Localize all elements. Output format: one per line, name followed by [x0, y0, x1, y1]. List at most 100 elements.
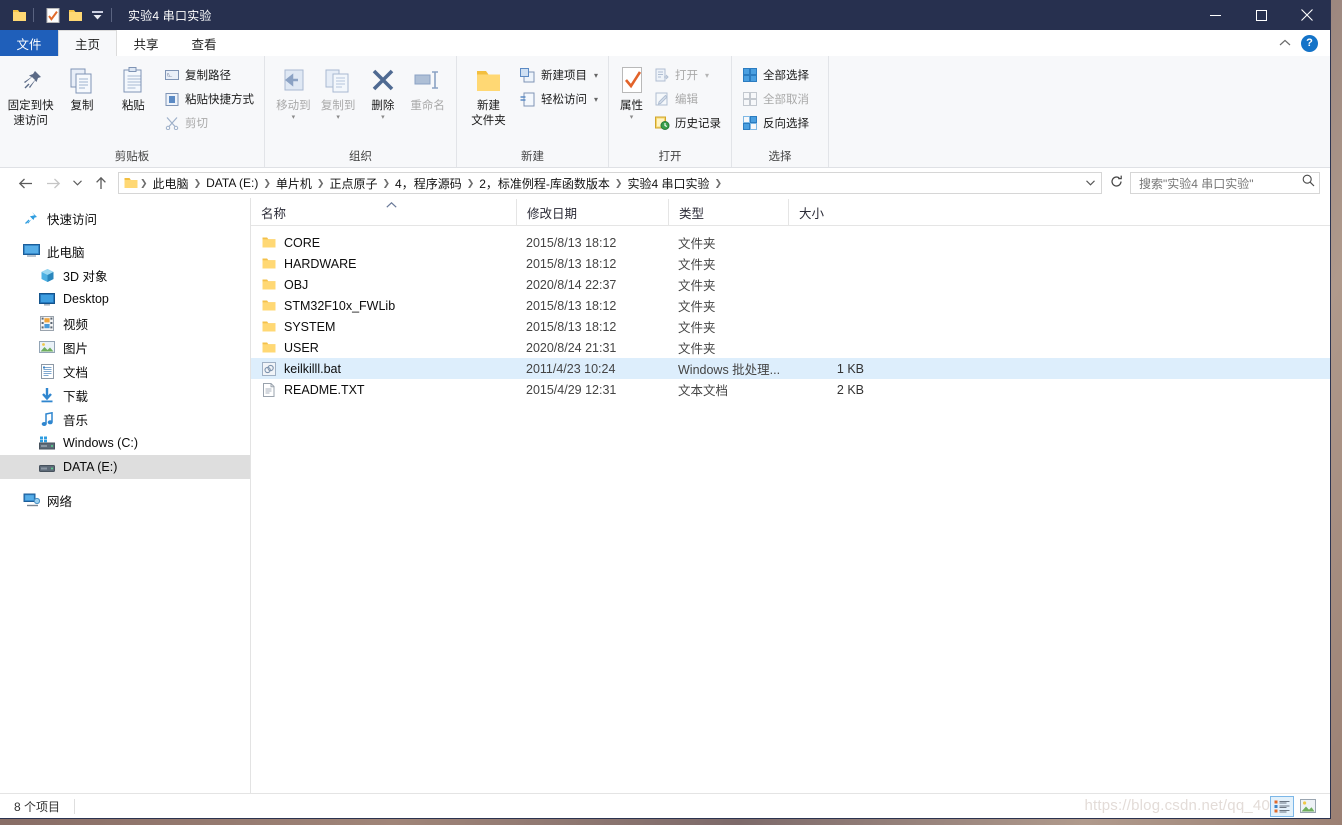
delete-button[interactable]: 删除 ▾: [361, 60, 406, 121]
column-header-type[interactable]: 类型: [668, 199, 788, 225]
file-name-cell[interactable]: STM32F10x_FWLib: [251, 298, 516, 314]
address-dropdown-chevron-down-icon[interactable]: [1083, 178, 1097, 188]
properties-caret-icon[interactable]: ▾: [630, 114, 634, 121]
table-row[interactable]: README.TXT 2015/4/29 12:31 文本文档 2 KB: [251, 379, 1330, 400]
qat-customize-chevron-down-icon[interactable]: [86, 4, 108, 26]
easy-access-button[interactable]: 轻松访问 ▾: [516, 88, 602, 110]
breadcrumb-sep-6[interactable]: ❯: [614, 173, 624, 193]
paste-button[interactable]: 粘贴: [109, 60, 158, 113]
edit-button[interactable]: 编辑: [650, 88, 725, 110]
breadcrumb-sep-4[interactable]: ❯: [381, 173, 391, 193]
qat-new-folder-icon[interactable]: [64, 4, 86, 26]
sidebar-item-desktop[interactable]: Desktop: [0, 287, 250, 311]
up-button[interactable]: [90, 172, 112, 194]
column-header-size[interactable]: 大小: [788, 199, 878, 225]
sidebar-item-pictures[interactable]: 图片: [0, 335, 250, 359]
forward-button[interactable]: [42, 172, 64, 194]
move-to-caret-icon[interactable]: ▾: [292, 114, 296, 121]
copy-path-button[interactable]: \\.. 复制路径: [160, 64, 258, 86]
recent-locations-chevron-down-icon[interactable]: [70, 172, 84, 194]
sidebar-item-windows-c[interactable]: Windows (C:): [0, 431, 250, 455]
breadcrumb-sep-0[interactable]: ❯: [139, 173, 149, 193]
new-item-button[interactable]: 新建项目 ▾: [516, 64, 602, 86]
copy-button[interactable]: 复制: [57, 60, 106, 113]
delete-caret-icon[interactable]: ▾: [381, 114, 385, 121]
breadcrumb-sep-1[interactable]: ❯: [193, 173, 203, 193]
breadcrumb-item-5[interactable]: 2，标准例程-库函数版本: [475, 173, 614, 193]
search-icon[interactable]: [1302, 174, 1315, 192]
refresh-button[interactable]: [1108, 175, 1124, 191]
tab-view[interactable]: 查看: [175, 30, 233, 56]
qat-folder-icon[interactable]: [8, 4, 30, 26]
column-header-date-modified[interactable]: 修改日期: [516, 199, 668, 225]
tab-file[interactable]: 文件: [0, 30, 58, 56]
breadcrumb-sep-7[interactable]: ❯: [713, 173, 723, 193]
breadcrumb-item-6[interactable]: 实验4 串口实验: [623, 173, 713, 193]
move-to-button[interactable]: 移动到 ▾: [271, 60, 316, 121]
breadcrumb-sep-5[interactable]: ❯: [466, 173, 476, 193]
file-name-cell[interactable]: keilkilll.bat: [251, 361, 516, 377]
breadcrumb-item-0[interactable]: 此电脑: [149, 173, 193, 193]
history-button[interactable]: 历史记录: [650, 112, 725, 134]
new-folder-button[interactable]: 新建 文件夹: [463, 60, 514, 128]
cut-button[interactable]: 剪切: [160, 112, 258, 134]
minimize-button[interactable]: [1192, 0, 1238, 30]
rename-button[interactable]: 重命名: [405, 60, 450, 113]
table-row[interactable]: CORE 2015/8/13 18:12 文件夹: [251, 232, 1330, 253]
copy-to-caret-icon[interactable]: ▾: [336, 114, 340, 121]
sidebar-item-this-pc[interactable]: 此电脑: [0, 239, 250, 263]
breadcrumb-item-3[interactable]: 正点原子: [325, 173, 381, 193]
sidebar-item-videos[interactable]: 视频: [0, 311, 250, 335]
details-view-button[interactable]: [1270, 795, 1294, 817]
sidebar-item-documents[interactable]: 文档: [0, 359, 250, 383]
file-name-cell[interactable]: OBJ: [251, 277, 516, 293]
copy-to-button[interactable]: 复制到 ▾: [316, 60, 361, 121]
table-row[interactable]: OBJ 2020/8/14 22:37 文件夹: [251, 274, 1330, 295]
breadcrumb-sep-2[interactable]: ❯: [262, 173, 272, 193]
select-all-button[interactable]: 全部选择: [738, 64, 813, 86]
table-row[interactable]: SYSTEM 2015/8/13 18:12 文件夹: [251, 316, 1330, 337]
pin-to-quick-access-button[interactable]: 固定到快 速访问: [6, 60, 55, 128]
maximize-button[interactable]: [1238, 0, 1284, 30]
easy-access-caret-icon[interactable]: ▾: [594, 95, 598, 104]
tab-share[interactable]: 共享: [117, 30, 175, 56]
new-item-caret-icon[interactable]: ▾: [594, 71, 598, 80]
breadcrumb-bar[interactable]: ❯ 此电脑 ❯ DATA (E:) ❯ 单片机 ❯ 正点原子 ❯ 4，程序源码 …: [118, 172, 1102, 194]
open-caret-icon[interactable]: ▾: [705, 71, 709, 80]
sidebar-item-data-e[interactable]: DATA (E:): [0, 455, 250, 479]
invert-selection-button[interactable]: 反向选择: [738, 112, 813, 134]
table-row[interactable]: keilkilll.bat 2011/4/23 10:24 Windows 批处…: [251, 358, 1330, 379]
back-button[interactable]: [14, 172, 36, 194]
table-row[interactable]: HARDWARE 2015/8/13 18:12 文件夹: [251, 253, 1330, 274]
breadcrumb-item-4[interactable]: 4，程序源码: [391, 173, 466, 193]
sidebar-item-3d-objects[interactable]: 3D 对象: [0, 263, 250, 287]
paste-shortcut-button[interactable]: 粘贴快捷方式: [160, 88, 258, 110]
file-name-cell[interactable]: README.TXT: [251, 382, 516, 398]
breadcrumb-folder-icon[interactable]: [122, 173, 139, 193]
sidebar-item-downloads[interactable]: 下载: [0, 383, 250, 407]
file-name-cell[interactable]: SYSTEM: [251, 319, 516, 335]
breadcrumb-item-2[interactable]: 单片机: [272, 173, 316, 193]
sidebar-item-quick-access[interactable]: 快速访问: [0, 206, 250, 230]
breadcrumb-sep-3[interactable]: ❯: [316, 173, 326, 193]
large-icons-view-button[interactable]: [1296, 796, 1320, 817]
select-none-button[interactable]: 全部取消: [738, 88, 813, 110]
qat-properties-icon[interactable]: [42, 4, 64, 26]
file-name-cell[interactable]: HARDWARE: [251, 256, 516, 272]
file-name-cell[interactable]: CORE: [251, 235, 516, 251]
breadcrumb-item-1[interactable]: DATA (E:): [202, 173, 262, 193]
close-button[interactable]: [1284, 0, 1330, 30]
table-row[interactable]: USER 2020/8/24 21:31 文件夹: [251, 337, 1330, 358]
sidebar-item-network[interactable]: 网络: [0, 488, 250, 512]
search-box[interactable]: 搜索"实验4 串口实验": [1130, 172, 1320, 194]
properties-button[interactable]: 属性 ▾: [615, 60, 648, 121]
table-row[interactable]: STM32F10x_FWLib 2015/8/13 18:12 文件夹: [251, 295, 1330, 316]
tab-home[interactable]: 主页: [58, 30, 118, 56]
collapse-ribbon-chevron-up-icon[interactable]: [1279, 37, 1291, 49]
column-header-name[interactable]: 名称: [251, 199, 516, 225]
help-button[interactable]: ?: [1301, 34, 1318, 52]
search-input[interactable]: 搜索"实验4 串口实验": [1139, 175, 1302, 192]
file-name-cell[interactable]: USER: [251, 340, 516, 356]
open-button[interactable]: 打开 ▾: [650, 64, 725, 86]
sidebar-item-music[interactable]: 音乐: [0, 407, 250, 431]
